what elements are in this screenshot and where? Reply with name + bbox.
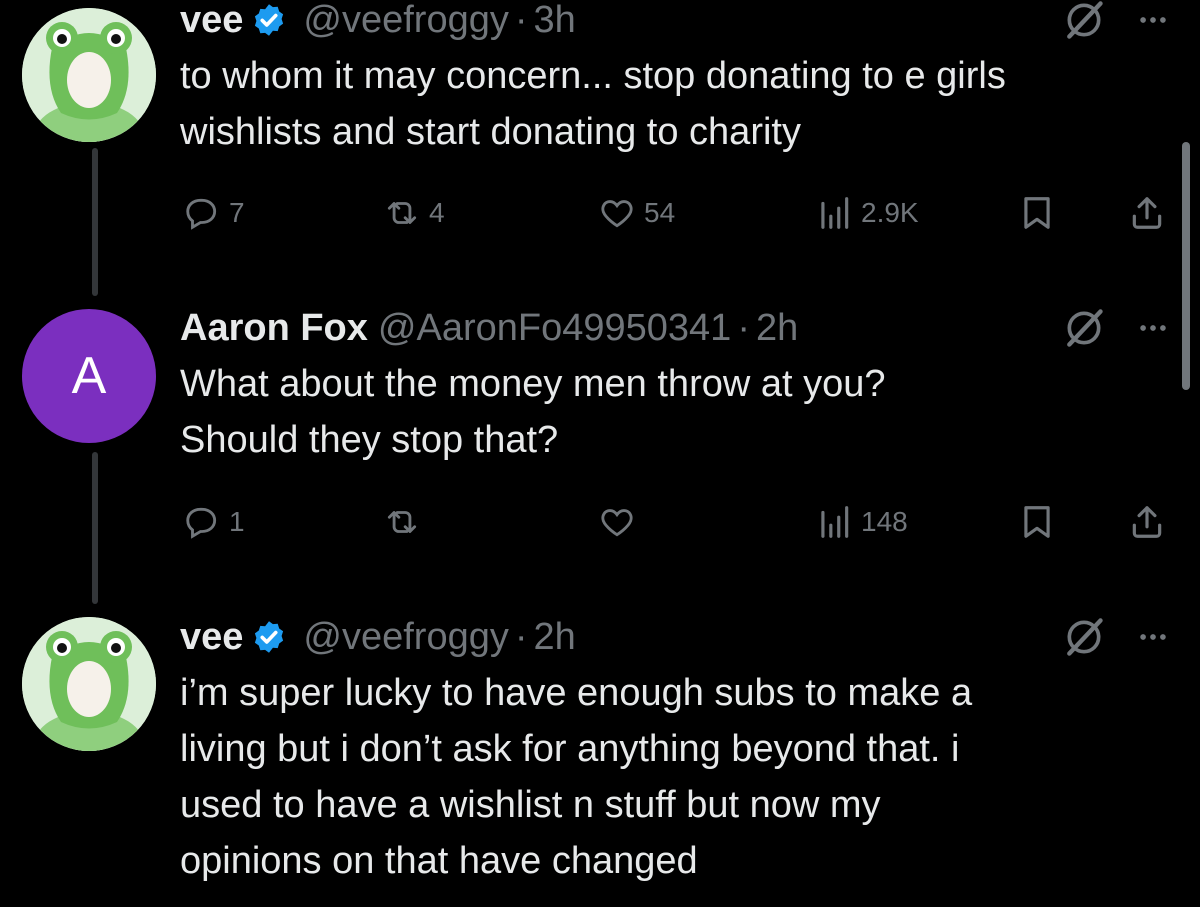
tweet-text-line: opinions on that have changed — [180, 840, 698, 882]
repost-count: 4 — [429, 197, 445, 228]
repost-icon — [387, 202, 417, 224]
views-icon — [821, 506, 849, 538]
more-options-icon[interactable] — [1136, 620, 1170, 654]
avatar-letter: A — [71, 347, 107, 405]
tweet-text-line: to whom it may concern... stop donating … — [180, 55, 1006, 97]
separator: · — [514, 616, 528, 658]
share-icon — [1132, 506, 1162, 538]
repost-button[interactable]: 4 — [383, 193, 445, 233]
timestamp[interactable]: 3h — [534, 0, 576, 40]
tweet-actions: 1 148 — [0, 502, 1200, 542]
tweet-header: vee @veefroggy · 2h — [180, 617, 1170, 657]
display-name[interactable]: vee — [180, 617, 243, 657]
frog-hat-icon — [22, 8, 156, 142]
bookmark-button[interactable] — [1018, 502, 1056, 542]
reply-count: 7 — [229, 197, 245, 228]
bookmark-icon — [1024, 197, 1050, 229]
tweet-text: to whom it may concern... stop donating … — [180, 48, 1170, 160]
tweet[interactable]: Aaron Fox @AaronFo49950341 · 2h What abo… — [180, 308, 1170, 468]
tweet-text-line: i’m super lucky to have enough subs to m… — [180, 672, 973, 714]
share-icon — [1132, 197, 1162, 229]
bookmark-button[interactable] — [1018, 193, 1056, 233]
more-options-icon[interactable] — [1136, 3, 1170, 37]
display-name[interactable]: vee — [180, 0, 243, 40]
handle[interactable]: @AaronFo49950341 — [378, 308, 731, 348]
bookmark-icon — [1024, 506, 1050, 538]
verified-badge-icon — [255, 4, 284, 36]
like-button[interactable] — [598, 502, 644, 542]
timestamp[interactable]: 2h — [534, 617, 576, 657]
separator: · — [737, 307, 750, 349]
like-button[interactable]: 54 — [598, 193, 675, 233]
views-icon — [821, 197, 849, 229]
tweet-text-line: What about the money men throw at you? — [180, 363, 886, 405]
heart-icon — [601, 509, 633, 537]
avatar[interactable] — [22, 8, 156, 142]
tweet-actions: 7 4 54 2.9K — [0, 193, 1200, 233]
grok-icon[interactable] — [1062, 0, 1106, 42]
reply-count: 1 — [229, 506, 245, 537]
tweet-header: vee @veefroggy · 3h — [180, 0, 1170, 40]
reply-button[interactable]: 1 — [183, 502, 245, 542]
tweet-text: i’m super lucky to have enough subs to m… — [180, 665, 1170, 889]
tweet[interactable]: vee @veefroggy · 3h to whom it may conce… — [180, 0, 1170, 160]
views-button[interactable]: 2.9K — [815, 193, 919, 233]
timestamp[interactable]: 2h — [756, 308, 798, 348]
heart-icon — [601, 200, 633, 228]
grok-icon[interactable] — [1062, 615, 1106, 659]
avatar[interactable]: A — [22, 309, 156, 443]
reply-icon — [186, 198, 217, 230]
display-name[interactable]: Aaron Fox — [180, 308, 368, 348]
tweet-text: What about the money men throw at you? S… — [180, 356, 1170, 468]
tweet[interactable]: vee @veefroggy · 2h i’m super lucky to h… — [180, 617, 1170, 889]
share-button[interactable] — [1128, 502, 1166, 542]
views-button[interactable]: 148 — [815, 502, 908, 542]
repost-button[interactable] — [383, 502, 429, 542]
avatar[interactable] — [22, 617, 156, 751]
more-options-icon[interactable] — [1136, 311, 1170, 345]
tweet-header: Aaron Fox @AaronFo49950341 · 2h — [180, 308, 1170, 348]
handle[interactable]: @veefroggy — [303, 617, 508, 657]
tweet-text-line: Should they stop that? — [180, 419, 559, 461]
tweet-text-line: used to have a wishlist n stuff but now … — [180, 784, 881, 826]
handle[interactable]: @veefroggy — [303, 0, 508, 40]
verified-badge-icon — [255, 621, 284, 653]
view-count: 148 — [861, 506, 908, 537]
scrollbar[interactable] — [1182, 142, 1190, 390]
view-count: 2.9K — [861, 197, 919, 228]
share-button[interactable] — [1128, 193, 1166, 233]
tweet-text-line: living but i don’t ask for anything beyo… — [180, 728, 960, 770]
reply-button[interactable]: 7 — [183, 193, 245, 233]
separator: · — [514, 0, 528, 41]
repost-icon — [387, 511, 417, 533]
grok-icon[interactable] — [1062, 306, 1106, 350]
reply-icon — [186, 507, 217, 539]
frog-hat-icon — [22, 617, 156, 751]
like-count: 54 — [644, 197, 676, 228]
tweet-text-line: wishlists and start donating to charity — [180, 111, 801, 153]
